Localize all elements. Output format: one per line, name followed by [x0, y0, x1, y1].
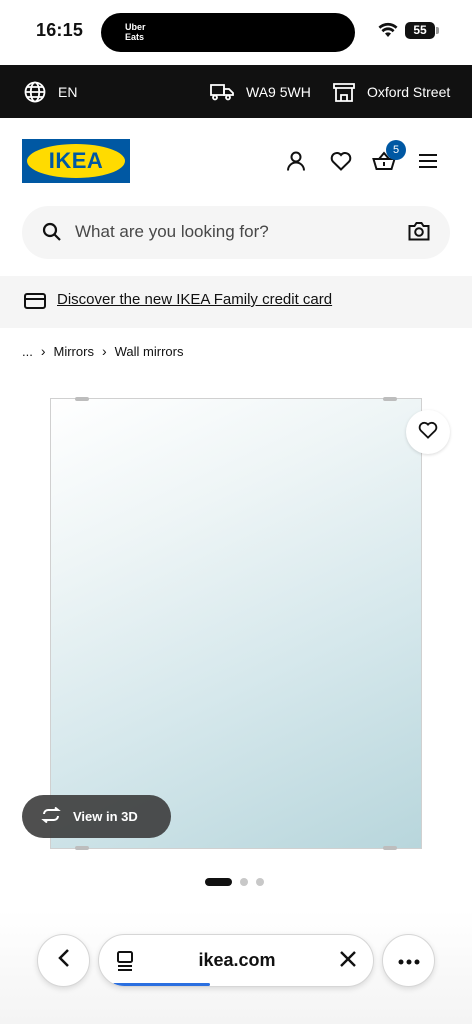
- carousel-dot-active[interactable]: [205, 878, 232, 886]
- dynamic-island[interactable]: Uber Eats: [101, 13, 355, 52]
- breadcrumb-item-mirrors[interactable]: Mirrors: [54, 344, 94, 359]
- product-image-mirror[interactable]: [50, 397, 422, 850]
- carousel-dot[interactable]: [240, 878, 248, 886]
- mirror-clip: [75, 846, 89, 850]
- mirror-clip: [75, 397, 89, 401]
- chevron-right-icon: ›: [40, 343, 46, 359]
- delivery-postcode[interactable]: WA9 5WH: [210, 65, 311, 118]
- user-icon[interactable]: [283, 148, 309, 174]
- camera-icon[interactable]: [408, 221, 430, 246]
- address-bar[interactable]: ikea.com: [98, 934, 374, 987]
- wifi-icon: [378, 22, 398, 43]
- browser-toolbar: ikea.com: [0, 910, 472, 1024]
- status-time: 16:15: [36, 20, 84, 40]
- breadcrumb: ... › Mirrors › Wall mirrors: [22, 343, 183, 359]
- postcode-label: WA9 5WH: [246, 83, 311, 100]
- carousel-indicator: [205, 878, 264, 886]
- more-icon: [398, 952, 420, 970]
- search-bar[interactable]: What are you looking for?: [22, 206, 450, 259]
- heart-icon[interactable]: [328, 148, 354, 174]
- view-in-3d-button[interactable]: View in 3D: [22, 795, 171, 838]
- language-label: EN: [58, 83, 78, 100]
- mirror-clip: [383, 846, 397, 850]
- credit-card-icon: [24, 293, 46, 314]
- logo-text: IKEA: [48, 148, 104, 173]
- rotate-3d-icon: [40, 806, 62, 826]
- truck-icon: [210, 83, 234, 101]
- add-to-favourites-button[interactable]: [406, 410, 450, 454]
- url-text: ikea.com: [198, 950, 276, 970]
- menu-icon[interactable]: [415, 148, 441, 174]
- store-icon: [333, 82, 355, 102]
- ikea-logo[interactable]: IKEA: [22, 139, 130, 183]
- globe-icon: [24, 81, 46, 103]
- page-load-progress: [113, 983, 210, 986]
- site-header: IKEA: [0, 118, 472, 206]
- utility-bar: EN WA9 5WH Oxford Street: [0, 65, 472, 118]
- language-selector[interactable]: EN: [24, 65, 77, 118]
- battery-indicator: 55: [405, 22, 439, 39]
- island-app-name: Uber Eats: [125, 22, 146, 42]
- chevron-left-icon: [57, 948, 70, 973]
- status-bar: 16:15 Uber Eats 55: [0, 0, 472, 64]
- close-icon[interactable]: [339, 950, 357, 973]
- store-selector[interactable]: Oxford Street: [333, 65, 450, 118]
- search-icon: [42, 222, 62, 247]
- breadcrumb-ellipsis[interactable]: ...: [22, 344, 33, 359]
- search-input[interactable]: What are you looking for?: [75, 222, 269, 242]
- promo-link[interactable]: Discover the new IKEA Family credit card: [57, 291, 332, 308]
- logo-oval: IKEA: [27, 144, 125, 178]
- view-in-3d-label: View in 3D: [73, 809, 138, 824]
- carousel-dot[interactable]: [256, 878, 264, 886]
- store-label: Oxford Street: [367, 83, 451, 100]
- mirror-clip: [383, 397, 397, 401]
- chevron-right-icon: ›: [101, 343, 107, 359]
- back-button[interactable]: [37, 934, 90, 987]
- more-options-button[interactable]: [382, 934, 435, 987]
- heart-icon: [418, 421, 438, 444]
- promo-banner: Discover the new IKEA Family credit card: [0, 276, 472, 328]
- breadcrumb-item-wall-mirrors[interactable]: Wall mirrors: [115, 344, 184, 359]
- cart-count-badge: 5: [386, 140, 406, 160]
